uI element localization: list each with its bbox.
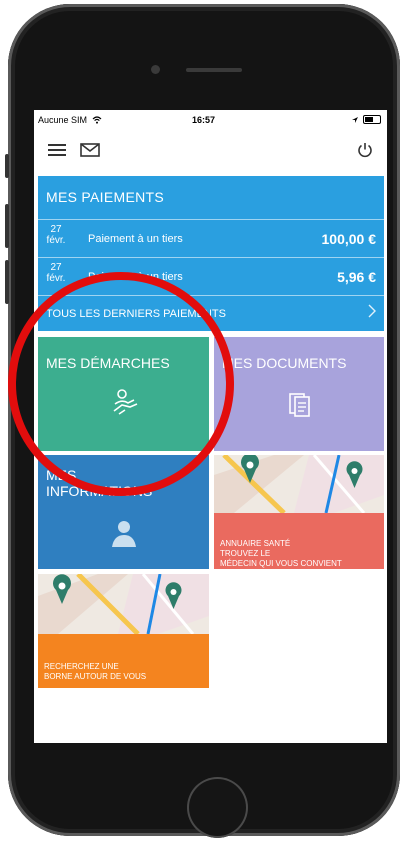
payment-date: 27 févr. (46, 224, 66, 246)
payment-day: 27 (50, 262, 62, 273)
caption-line: MÉDECIN QUI VOUS CONVIENT (220, 559, 342, 568)
top-navbar (34, 134, 387, 174)
payment-date: 27 févr. (46, 262, 66, 284)
chevron-right-icon (368, 304, 376, 323)
caption-line: ANNUAIRE SANTÉ (220, 539, 291, 548)
tile-mes-informations[interactable]: MES INFORMATIONS (38, 455, 209, 569)
all-payments-label: TOUS LES DERNIERS PAIEMENTS (46, 308, 226, 320)
payment-month: févr. (46, 235, 66, 246)
caption-line: BORNE AUTOUR DE VOUS (44, 672, 147, 681)
tile-title: MES DOCUMENTS (222, 355, 347, 371)
tile-mes-documents[interactable]: MES DOCUMENTS (214, 337, 384, 451)
caption-line: TROUVEZ LE (220, 549, 271, 558)
volume-up-button (5, 204, 9, 248)
map-illustration (214, 455, 384, 513)
payment-row[interactable]: 27 févr. Paiement à un tiers 5,96 € (38, 257, 384, 294)
app-screen: Aucune SIM 16:57 MES PAIEMENTS 27 févr. … (34, 110, 387, 743)
map-illustration (38, 574, 209, 634)
hamburger-menu-icon[interactable] (48, 142, 66, 163)
annuaire-caption: ANNUAIRE SANTÉ TROUVEZ LE MÉDECIN QUI VO… (220, 539, 342, 569)
borne-caption: RECHERCHEZ UNE BORNE AUTOUR DE VOUS (44, 662, 146, 682)
tile-title: MES DÉMARCHES (46, 355, 170, 371)
carrier-label: Aucune SIM (38, 115, 102, 125)
power-icon[interactable] (357, 142, 373, 163)
payment-day: 27 (50, 224, 62, 235)
tile-title: MES INFORMATIONS (46, 467, 152, 499)
envelope-icon[interactable] (80, 142, 100, 163)
tile-mes-demarches[interactable]: MES DÉMARCHES (38, 337, 209, 451)
tile-title-line: MES (46, 467, 77, 483)
home-button[interactable] (187, 777, 248, 838)
payments-card[interactable]: MES PAIEMENTS 27 févr. Paiement à un tie… (38, 176, 384, 331)
payment-amount: 5,96 € (337, 269, 376, 285)
location-arrow-icon (352, 116, 358, 123)
person-bust-icon (112, 521, 136, 547)
payment-row[interactable]: 27 févr. Paiement à un tiers 100,00 € (38, 219, 384, 256)
caption-line: RECHERCHEZ UNE (44, 662, 119, 671)
carrier-text: Aucune SIM (38, 115, 88, 125)
tile-title-line: INFORMATIONS (46, 483, 153, 499)
status-right (351, 115, 381, 124)
documents-icon (289, 393, 310, 417)
battery-icon (363, 115, 381, 124)
payment-label: Paiement à un tiers (88, 233, 183, 245)
tile-annuaire-sante[interactable]: ANNUAIRE SANTÉ TROUVEZ LE MÉDECIN QUI VO… (214, 455, 384, 569)
person-hand-icon (113, 389, 138, 415)
payment-month: févr. (46, 273, 66, 284)
all-payments-link[interactable]: TOUS LES DERNIERS PAIEMENTS (38, 295, 384, 332)
tile-borne-search[interactable]: RECHERCHEZ UNE BORNE AUTOUR DE VOUS (38, 574, 209, 688)
wifi-icon (92, 116, 101, 124)
clock: 16:57 (192, 115, 216, 125)
payment-amount: 100,00 € (321, 231, 377, 247)
mute-switch (5, 154, 9, 178)
front-camera (151, 65, 160, 74)
status-bar: Aucune SIM 16:57 (34, 110, 387, 130)
payment-label: Paiement à un tiers (88, 271, 183, 283)
volume-down-button (5, 260, 9, 304)
payments-title: MES PAIEMENTS (46, 189, 164, 205)
earpiece-speaker (186, 68, 242, 72)
